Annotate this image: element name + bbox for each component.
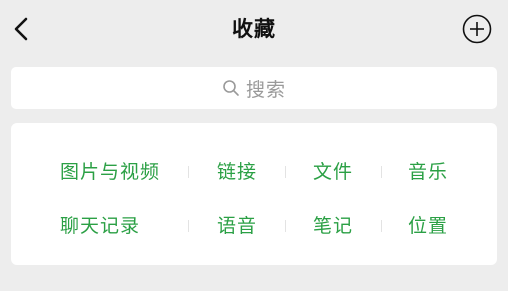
category-chat-history[interactable]: 聊天记录 — [60, 206, 140, 246]
navigation-bar: 收藏 — [0, 0, 508, 58]
circle-plus-icon — [462, 14, 492, 44]
category-files[interactable]: 文件 — [313, 152, 353, 192]
favorites-screen: 收藏 搜索 图片与视频 链接 文件 音乐 聊天记录 语音 笔记 位置 — [0, 0, 508, 291]
page-title: 收藏 — [232, 17, 276, 41]
category-location[interactable]: 位置 — [408, 206, 448, 246]
search-bar[interactable]: 搜索 — [11, 67, 497, 109]
add-favorite-button[interactable] — [460, 12, 494, 46]
search-placeholder: 搜索 — [245, 78, 286, 101]
category-links[interactable]: 链接 — [217, 152, 257, 192]
search-icon — [222, 79, 240, 97]
back-button[interactable] — [6, 12, 36, 46]
category-panel: 图片与视频 链接 文件 音乐 聊天记录 语音 笔记 位置 — [11, 123, 497, 265]
divider — [285, 166, 286, 178]
divider — [381, 220, 382, 232]
category-row: 聊天记录 语音 笔记 位置 — [11, 206, 497, 246]
category-notes[interactable]: 笔记 — [313, 206, 353, 246]
chevron-left-icon — [14, 17, 28, 41]
category-photos-videos[interactable]: 图片与视频 — [60, 152, 160, 192]
divider — [285, 220, 286, 232]
divider — [188, 220, 189, 232]
category-music[interactable]: 音乐 — [408, 152, 448, 192]
divider — [188, 166, 189, 178]
category-voice[interactable]: 语音 — [217, 206, 257, 246]
category-row: 图片与视频 链接 文件 音乐 — [11, 152, 497, 192]
divider — [381, 166, 382, 178]
